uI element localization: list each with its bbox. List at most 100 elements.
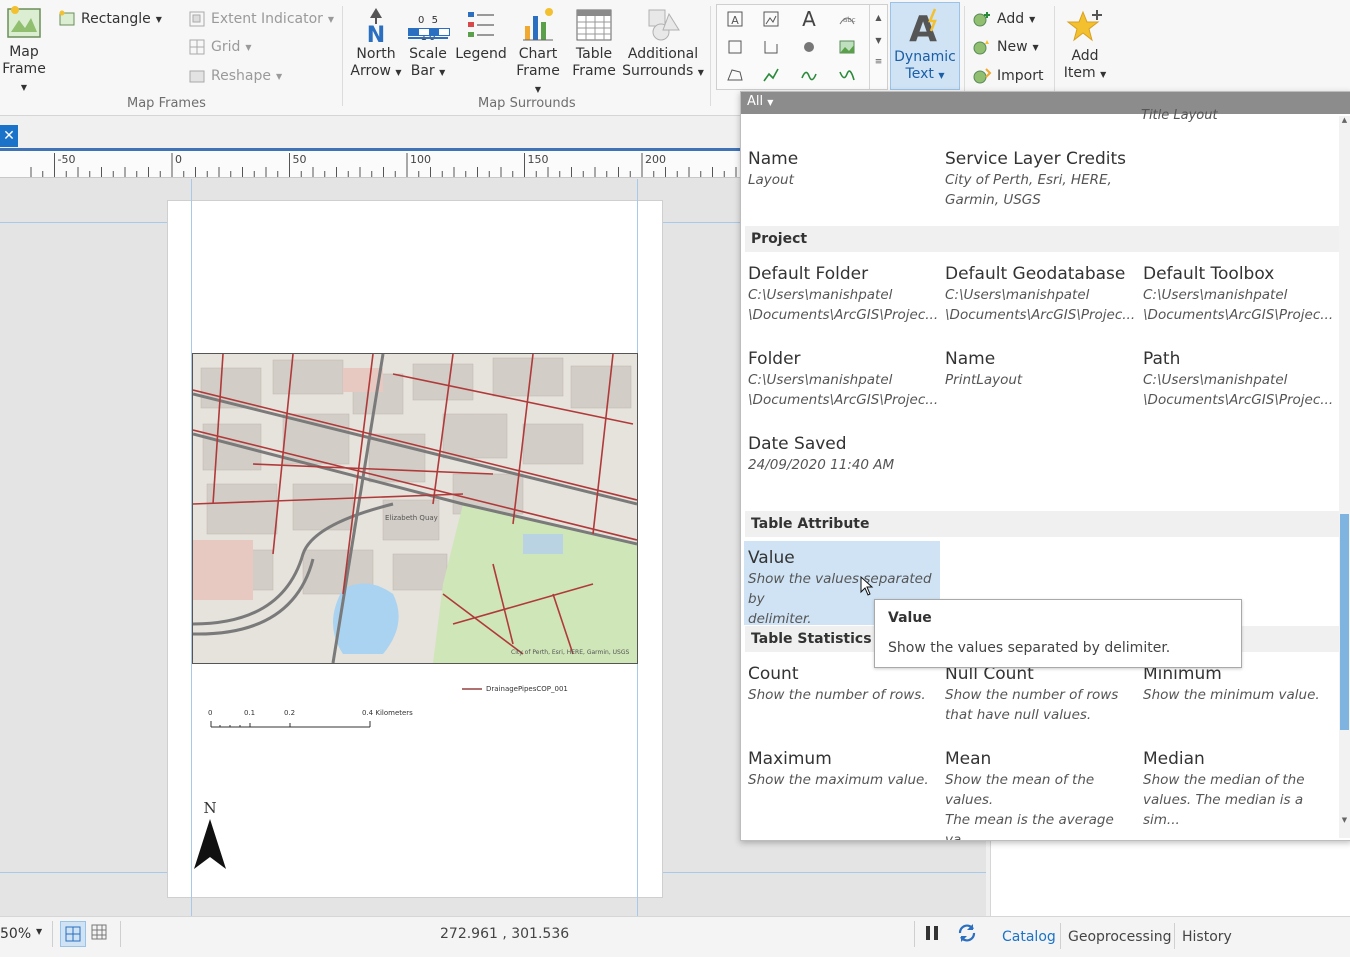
picture-icon[interactable] — [835, 35, 859, 59]
map-frame-label-1: Map — [9, 44, 39, 60]
chart-frame-icon — [523, 8, 553, 41]
pause-drawing-icon[interactable] — [924, 924, 940, 946]
tab-geoprocessing[interactable]: Geoprocessing — [1068, 929, 1171, 945]
item-description: City of Perth, Esri, HERE, Garmin, USGS — [945, 172, 1112, 208]
item-name: Date Saved — [748, 434, 847, 454]
item-description: Show the number of rows that have null v… — [945, 687, 1119, 723]
view-tab-strip — [0, 116, 740, 148]
line-callout-icon[interactable] — [759, 35, 783, 59]
chevron-down-icon: ▼ — [1029, 14, 1036, 24]
add-button[interactable]: Add ▼ — [972, 10, 1035, 28]
legend[interactable]: DrainagePipesCOP_001 — [462, 685, 568, 693]
gallery-scrollbar[interactable]: ▲ ▼ — [1339, 116, 1350, 838]
add-item-label-2: Item — [1063, 65, 1096, 81]
item-description: Show the number of rows. — [748, 687, 926, 703]
tooltip: Value Show the values separated by delim… — [874, 599, 1242, 668]
dynamic-text-button[interactable]: A Dynamic Text ▼ — [890, 2, 960, 90]
scrollbar-thumb[interactable] — [1340, 514, 1349, 730]
gallery-item-default-folder[interactable]: Default Folder C:\Users\manishpatel \Doc… — [748, 263, 940, 325]
gallery-item-project-name[interactable]: Name PrintLayout — [945, 348, 1137, 390]
rectangle-button[interactable]: Rectangle ▼ — [58, 10, 162, 28]
text-frame-icon[interactable]: A — [723, 7, 747, 31]
gallery-down-icon[interactable]: ▼ — [870, 36, 887, 45]
gallery-item-maximum[interactable]: Maximum Show the maximum value. — [748, 748, 940, 790]
chevron-down-icon: ▼ — [20, 83, 28, 92]
chevron-down-icon[interactable]: ▼ — [36, 927, 42, 936]
gallery-item-mean[interactable]: Mean Show the mean of the values. The me… — [945, 748, 1137, 840]
chevron-down-icon: ▼ — [155, 14, 162, 24]
chevron-down-icon: ▼ — [245, 42, 252, 52]
point-icon[interactable] — [797, 35, 821, 59]
layout-page[interactable]: Elizabeth Quay City of Perth, Esri, HERE… — [167, 179, 663, 916]
gallery-item-folder[interactable]: Folder C:\Users\manishpatel \Documents\A… — [748, 348, 940, 410]
tab-history[interactable]: History — [1182, 929, 1232, 945]
item-description: Show the maximum value. — [748, 772, 929, 788]
map-frame[interactable]: Elizabeth Quay City of Perth, Esri, HERE… — [192, 353, 638, 664]
refresh-icon[interactable] — [956, 922, 978, 948]
import-icon — [973, 68, 992, 84]
rectangle-icon[interactable] — [723, 35, 747, 59]
curve-icon[interactable] — [797, 63, 821, 87]
import-label: Import — [997, 68, 1044, 84]
chevron-down-icon: ▼ — [1032, 42, 1039, 52]
reshape-button[interactable]: Reshape ▼ — [188, 67, 282, 85]
extent-indicator-button[interactable]: Extent Indicator ▼ — [188, 10, 334, 28]
scroll-up-icon[interactable]: ▲ — [1339, 116, 1350, 124]
fixed-zoom-icon[interactable] — [60, 921, 86, 947]
item-name: Value — [748, 548, 795, 568]
partial-item-label: Title Layout — [1141, 108, 1218, 123]
scale-bar[interactable]: 0 0.1 0.2 0.4 Kilometers — [208, 705, 428, 733]
section-header-table-attribute: Table Attribute — [745, 511, 1339, 537]
gallery-item-date-saved[interactable]: Date Saved 24/09/2020 11:40 AM — [748, 433, 940, 475]
chart-frame-label-2: Frame — [516, 63, 560, 79]
import-button[interactable]: Import — [972, 67, 1043, 85]
chart-frame-button[interactable]: Chart Frame ▼ — [512, 6, 564, 98]
gallery-item-service-layer-credits[interactable]: Service Layer Credits City of Perth, Esr… — [945, 148, 1137, 210]
scale-label-1: 0.1 — [244, 709, 256, 717]
add-item-button[interactable]: Add Item ▼ — [1060, 6, 1110, 83]
item-name: Service Layer Credits — [945, 149, 1127, 169]
north-arrow[interactable]: N — [192, 799, 232, 875]
curved-text-icon[interactable]: abc — [835, 7, 859, 31]
gallery-item-count[interactable]: Count Show the number of rows. — [748, 663, 940, 705]
freehand-icon[interactable] — [835, 63, 859, 87]
gallery-filter-dropdown[interactable]: All ▼ — [747, 94, 773, 109]
gallery-item-layout-name[interactable]: Name Layout — [748, 148, 940, 190]
gallery-item-minimum[interactable]: Minimum Show the minimum value. — [1143, 663, 1335, 705]
gallery-up-icon[interactable]: ▲ — [870, 13, 887, 22]
reshape-icon — [189, 70, 205, 83]
north-letter: N — [203, 799, 217, 817]
item-description: PrintLayout — [945, 372, 1023, 388]
text-icon[interactable]: A — [797, 7, 821, 31]
gallery-item-median[interactable]: Median Show the median of the values. Th… — [1143, 748, 1335, 830]
grid-view-icon[interactable] — [90, 923, 108, 945]
zoom-level[interactable]: 50% — [0, 926, 31, 942]
divider — [1174, 923, 1175, 949]
gallery-scroll[interactable]: ▲ ▼ ≡ — [869, 5, 887, 89]
tab-catalog[interactable]: Catalog — [1002, 929, 1056, 945]
table-frame-button[interactable]: Table Frame — [568, 6, 620, 80]
grid-button[interactable]: Grid ▼ — [188, 38, 252, 56]
close-tab-icon[interactable]: ✕ — [0, 125, 18, 147]
north-arrow-button[interactable]: N North Arrow ▼ — [350, 6, 402, 81]
gallery-item-null-count[interactable]: Null Count Show the number of rows that … — [945, 663, 1137, 725]
map-frame-button[interactable]: Map Frame ▼ — [0, 4, 48, 96]
picture-frame-icon[interactable] — [759, 7, 783, 31]
polygon-icon[interactable] — [723, 63, 747, 87]
svg-text:abc: abc — [843, 16, 856, 24]
gallery-item-path[interactable]: Path C:\Users\manishpatel \Documents\Arc… — [1143, 348, 1335, 410]
scroll-down-icon[interactable]: ▼ — [1339, 816, 1350, 824]
svg-text:N: N — [367, 23, 385, 44]
gallery-item-default-geodatabase[interactable]: Default Geodatabase C:\Users\manishpatel… — [945, 263, 1137, 325]
mouse-cursor-icon — [860, 576, 874, 596]
graphics-gallery: A A abc ▲ ▼ ≡ — [716, 4, 888, 90]
legend-button[interactable]: Legend — [454, 6, 508, 63]
scale-bar-button[interactable]: 0 5 10 Scale Bar ▼ — [404, 6, 452, 81]
new-button[interactable]: New ▼ — [972, 38, 1039, 56]
gallery-expand-icon[interactable]: ≡ — [870, 57, 887, 67]
additional-surrounds-button[interactable]: Additional Surrounds ▼ — [622, 6, 704, 81]
item-name: Name — [748, 149, 799, 169]
polyline-icon[interactable] — [759, 63, 783, 87]
horizontal-ruler: -50 0 50 100 150 200 — [0, 151, 740, 178]
gallery-item-default-toolbox[interactable]: Default Toolbox C:\Users\manishpatel \Do… — [1143, 263, 1335, 325]
